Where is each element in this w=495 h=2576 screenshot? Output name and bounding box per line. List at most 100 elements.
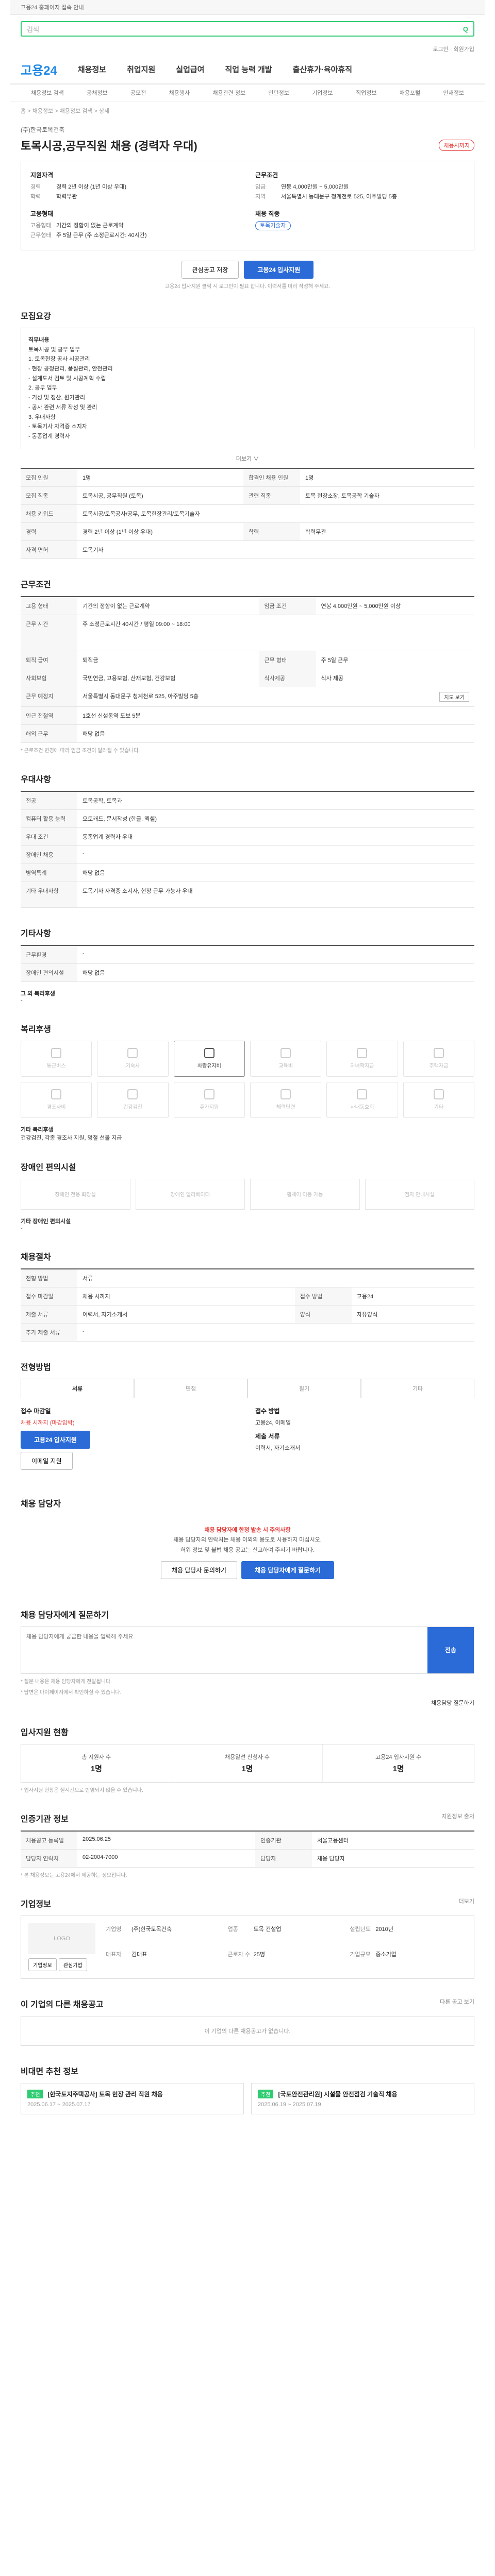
- duty-line: - 기성 및 정산, 원가관리: [28, 395, 86, 401]
- extra-table: 근무환경 - 장애인 편의시설 해당 없음: [21, 944, 474, 982]
- car-icon: [204, 1048, 214, 1059]
- welfare-section: 복리후생 통근버스 기숙사 차량유지비 교육비 자녀학자금 주택자금 경조사비 …: [10, 1013, 485, 1151]
- tab-written[interactable]: 필기: [248, 1378, 361, 1398]
- welfare-label: 교육비: [278, 1063, 293, 1070]
- table-key: 관련 직종: [243, 486, 300, 505]
- facility-item: 휠체어 이동 가능: [250, 1178, 360, 1210]
- nav-item[interactable]: 출산휴가·육아휴직: [293, 64, 352, 75]
- qa-more-link[interactable]: 채용담당 질문하기: [21, 1699, 474, 1707]
- stat-item: 총 지원자 수 1명: [21, 1744, 172, 1782]
- sub-nav-item[interactable]: 직업정보: [356, 89, 376, 97]
- table-row: 근무 예정지 서울특별시 동대문구 청계천로 525, 아주빌딩 5층 지도 보기: [21, 687, 474, 707]
- workcond-table: 고용 형태 기간의 정함이 없는 근로계약 임금 조건 연봉 4,000만원 ~ 5,…: [21, 596, 474, 743]
- search-icon[interactable]: Q: [463, 25, 468, 33]
- welfare-item: 체력단련: [250, 1081, 322, 1118]
- send-button[interactable]: 전송: [427, 1626, 474, 1673]
- table-key: 컴퓨터 활용 능력: [21, 809, 77, 828]
- apply-button[interactable]: 고용24 입사지원: [244, 261, 314, 279]
- table-row: 인근 전철역 1호선 신설동역 도보 5분: [21, 706, 474, 725]
- table-row: 장애인 편의시설 해당 없음: [21, 963, 474, 982]
- sub-nav-item[interactable]: 채용정보 검색: [31, 89, 64, 97]
- sub-nav-item[interactable]: 채용관련 정보: [212, 89, 245, 97]
- table-value: 퇴직금: [77, 651, 259, 669]
- table-value: 주 소정근로시간 40시간 / 평일 09:00 ~ 18:00: [77, 615, 474, 651]
- map-button[interactable]: 지도 보기: [439, 691, 469, 702]
- table-value: 1호선 신설동역 도보 5분: [77, 706, 474, 725]
- corp-info-button[interactable]: 기업정보: [28, 1958, 57, 1971]
- related-more-link[interactable]: 다른 공고 보기: [440, 1997, 474, 2016]
- util-links[interactable]: 로그인 · 회원가입: [10, 43, 485, 55]
- breadcrumb: 홈 > 채용정보 > 채용정보 검색 > 상세: [21, 108, 110, 114]
- nav-item[interactable]: 실업급여: [176, 64, 204, 75]
- sub-nav-item[interactable]: 채용행사: [169, 89, 190, 97]
- search-input[interactable]: 검색 Q: [21, 21, 474, 37]
- table-key: 접수 마감일: [21, 1287, 77, 1306]
- nav-item[interactable]: 직업 능력 개발: [225, 64, 272, 75]
- corp-section: 기업정보 더보기 LOGO 기업정보 관심기업 기업명 (주)한국토목건축 업종 토…: [10, 1888, 485, 1988]
- table-value: -: [77, 1323, 474, 1342]
- table-row: 제출 서류 이력서, 자기소개서 양식 자유양식: [21, 1305, 474, 1324]
- welfare-item: 휴가지원: [173, 1081, 245, 1118]
- table-value: 기간의 정함이 없는 근로계약: [77, 596, 259, 615]
- duty-line: - 토목기사 자격증 소지자: [28, 423, 88, 430]
- sub-nav-item[interactable]: 채용포털: [400, 89, 420, 97]
- table-value: 토목시공, 공무직원 (토목): [77, 486, 243, 505]
- sub-nav-item[interactable]: 기업정보: [312, 89, 333, 97]
- news-title: [국토안전관리원] 시설물 안전점검 기술직 채용: [278, 2090, 398, 2098]
- table-key: 근무 예정지: [21, 687, 77, 707]
- summary-heading: 지원자격: [30, 172, 54, 179]
- save-job-button[interactable]: 관심공고 저장: [181, 261, 239, 279]
- duty-line: 2. 공무 업무: [28, 385, 57, 392]
- welfare-item: 경조사비: [21, 1081, 92, 1118]
- welfare-sub-title: 기타 복리후생: [21, 1126, 54, 1133]
- nav-item[interactable]: 채용정보: [78, 64, 106, 75]
- more-button[interactable]: 더보기 ∨: [21, 454, 474, 463]
- process-section: 채용절차 전형 방법 서류 접수 마감일 채용 시까지 접수 방법 고용24 제출 서류…: [10, 1241, 485, 1351]
- table-value: 토목시공/토목공사/공무, 토목현장관리/토목기술자: [77, 504, 474, 523]
- welfare-label: 기숙사: [125, 1063, 140, 1070]
- tab-etc[interactable]: 기타: [361, 1378, 474, 1398]
- corp-fav-button[interactable]: 관심기업: [58, 1958, 87, 1971]
- table-key: 담당자: [255, 1849, 312, 1868]
- news-card[interactable]: 추천 [국토안전관리원] 시설물 안전점검 기술직 채용 2025.06.19 …: [251, 2082, 474, 2114]
- corp-logo: LOGO: [28, 1923, 95, 1954]
- table-row: 근무 시간 주 소정근로시간 40시간 / 평일 09:00 ~ 18:00: [21, 615, 474, 651]
- welfare-label: 사내동호회: [350, 1105, 374, 1111]
- disabled-sub-value: -: [21, 1225, 23, 1231]
- sub-nav-item[interactable]: 인재정보: [443, 89, 464, 97]
- sub-nav-item[interactable]: 공모전: [130, 89, 146, 97]
- footer-gap: [10, 2124, 485, 2144]
- company-name[interactable]: (주)한국토목건축: [21, 125, 474, 134]
- table-value: 경력 2년 이상 (1년 이상 우대): [77, 522, 243, 541]
- vacation-icon: [204, 1089, 214, 1100]
- table-key: 인증기관: [255, 1831, 312, 1850]
- table-row: 병역특례 해당 없음: [21, 863, 474, 882]
- job-summary: 지원자격 경력 경력 2년 이상 (1년 이상 우대) 학력 학력무관 근무조건 임…: [21, 161, 474, 250]
- table-value: 서류: [77, 1268, 474, 1287]
- sub-nav-item[interactable]: 공채정보: [87, 89, 107, 97]
- fitness-icon: [280, 1089, 291, 1100]
- site-logo[interactable]: 고용24: [21, 60, 57, 78]
- question-button[interactable]: 채용 담당자에게 질문하기: [241, 1561, 335, 1579]
- topbar: 고용24 홈페이지 접속 안내: [10, 0, 485, 15]
- news-card[interactable]: 추천 [한국토지주택공사] 토목 현장 관리 직원 채용 2025.06.17 …: [21, 2082, 244, 2114]
- corp-more-link[interactable]: 더보기: [459, 1897, 474, 1916]
- question-input[interactable]: [21, 1626, 427, 1673]
- stats-box: 총 지원자 수 1명 채용알선 신청자 수 1명 고용24 입사지원 수 1명: [21, 1743, 474, 1783]
- nav-item[interactable]: 취업지원: [127, 64, 155, 75]
- apply-note: 고용24 입사지원 클릭 시 로그인이 필요 합니다. 이력서를 미리 작성해 …: [164, 284, 331, 290]
- info-source-link[interactable]: 지원정보 출처: [441, 1812, 474, 1831]
- corp-value: 김대표: [131, 1952, 147, 1958]
- sub-nav-item[interactable]: 인턴정보: [268, 89, 289, 97]
- info-section: 인증기관 정보 지원정보 출처 채용공고 등록일 2025.06.25 인증기관 서울…: [10, 1803, 485, 1888]
- news-tag: 추천: [27, 2089, 43, 2098]
- qa-note: * 질문 내용은 채용 담당자에게 전달됩니다.: [21, 1679, 112, 1685]
- tab-interview[interactable]: 면접: [134, 1378, 248, 1398]
- apply-button-2[interactable]: 고용24 입사지원: [21, 1430, 90, 1449]
- apply-tabs: 서류 면접 필기 기타: [21, 1378, 474, 1398]
- email-apply-button[interactable]: 이메일 지원: [21, 1451, 73, 1470]
- section-title: 전형방법: [21, 1363, 51, 1372]
- contact-button[interactable]: 채용 담당자 문의하기: [160, 1561, 237, 1579]
- tab-document[interactable]: 서류: [21, 1378, 134, 1398]
- section-title: 기타사항: [21, 929, 51, 938]
